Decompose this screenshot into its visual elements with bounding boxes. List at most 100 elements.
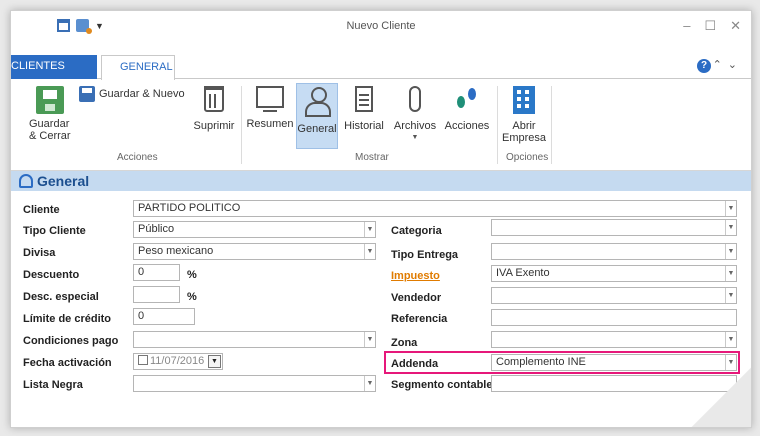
chevron-down-icon[interactable]: ▼ <box>725 266 736 281</box>
acciones-button[interactable]: Acciones <box>441 86 493 132</box>
page-curl <box>691 367 751 427</box>
calendar-dropdown-icon[interactable]: ▼ <box>208 355 221 368</box>
ribbon-separator <box>241 86 242 164</box>
tipo-entrega-label: Tipo Entrega <box>391 249 459 261</box>
ribbon: Guardar & Cerrar Guardar & Nuevo Suprimi… <box>11 80 751 171</box>
vendedor-select[interactable]: ▼ <box>491 287 737 304</box>
section-header: General <box>11 171 751 191</box>
historial-label: Historial <box>344 120 384 132</box>
open-company-label: Abrir Empresa <box>501 120 547 144</box>
referencia-label: Referencia <box>391 313 448 325</box>
ribbon-separator <box>497 86 498 164</box>
tipo-cliente-value: Público <box>138 223 175 235</box>
chevron-down-icon[interactable]: ▼ <box>725 244 736 259</box>
resumen-label: Resumen <box>246 118 294 130</box>
general-view-label: General <box>297 123 337 135</box>
fecha-activacion-value: 11/07/2016 <box>150 355 205 367</box>
fecha-activacion-label: Fecha activación <box>23 357 112 369</box>
minimize-icon[interactable]: – <box>683 18 690 34</box>
addenda-label: Addenda <box>391 358 439 370</box>
chevron-down-icon[interactable]: ▼ <box>364 222 375 237</box>
cliente-select[interactable]: PARTIDO POLITICO ▼ <box>133 200 737 217</box>
chevron-down-icon[interactable]: ▼ <box>364 244 375 259</box>
maximize-icon[interactable]: ☐ <box>704 18 716 34</box>
paperclip-icon <box>409 86 421 112</box>
archivos-button[interactable]: Archivos ▼ <box>389 86 441 144</box>
zona-label: Zona <box>391 337 418 349</box>
save-new-icon <box>79 86 95 102</box>
descuento-input[interactable]: 0 <box>133 264 180 281</box>
acciones-label: Acciones <box>444 120 490 132</box>
chevron-down-icon[interactable]: ▼ <box>725 220 736 235</box>
title-bar: ▼ Nuevo Cliente – ☐ ✕ <box>11 11 751 41</box>
save-close-label: Guardar & Cerrar <box>29 118 71 142</box>
window-title: Nuevo Cliente <box>346 20 416 32</box>
chevron-down-icon[interactable]: ▼ <box>364 332 375 347</box>
impuesto-select[interactable]: IVA Exento ▼ <box>491 265 737 282</box>
referencia-input[interactable] <box>491 309 737 326</box>
general-view-button[interactable]: General <box>296 83 338 149</box>
tab-clientes[interactable]: CLIENTES <box>11 55 97 79</box>
save-close-icon <box>36 86 64 114</box>
divisa-value: Peso mexicano <box>138 245 214 257</box>
desc-especial-percent: % <box>187 291 197 303</box>
divisa-label: Divisa <box>23 247 56 259</box>
help-icon[interactable]: ? <box>697 59 711 73</box>
descuento-percent: % <box>187 269 197 281</box>
chevron-down-icon[interactable]: ▼ <box>725 332 736 347</box>
ribbon-tabs: CLIENTES GENERAL ? ⌃⌄ <box>11 55 751 80</box>
fecha-checkbox[interactable] <box>138 355 148 365</box>
impuesto-value: IVA Exento <box>496 267 550 279</box>
categoria-select[interactable]: ▼ <box>491 219 737 236</box>
chevron-down-icon[interactable]: ▼ <box>725 288 736 303</box>
tab-general[interactable]: GENERAL <box>101 55 175 80</box>
resumen-button[interactable]: Resumen <box>245 86 295 130</box>
addenda-value: Complemento INE <box>496 356 586 368</box>
condiciones-pago-select[interactable]: ▼ <box>133 331 376 348</box>
user-icon <box>304 87 331 117</box>
save-new-button[interactable]: Guardar & Nuevo <box>79 86 193 102</box>
group-mostrar-label: Mostrar <box>355 152 389 163</box>
ribbon-separator <box>551 86 552 164</box>
tipo-cliente-label: Tipo Cliente <box>23 225 86 237</box>
archivos-label: Archivos <box>393 120 437 132</box>
chevron-down-icon[interactable]: ▼ <box>725 201 736 216</box>
person-icon <box>19 174 33 188</box>
delete-label: Suprimir <box>193 120 235 132</box>
group-opciones-label: Opciones <box>506 152 549 163</box>
ribbon-collapse-icons[interactable]: ⌃⌄ <box>713 58 743 71</box>
window-controls: – ☐ ✕ <box>683 18 741 34</box>
vendedor-label: Vendedor <box>391 292 442 304</box>
segmento-contable-label: Segmento contable <box>391 379 493 391</box>
cliente-label: Cliente <box>23 204 60 216</box>
open-company-button[interactable]: Abrir Empresa <box>501 86 547 144</box>
save-close-button[interactable]: Guardar & Cerrar <box>29 86 71 142</box>
limite-credito-input[interactable]: 0 <box>133 308 195 325</box>
lista-negra-select[interactable]: ▼ <box>133 375 376 392</box>
footsteps-icon <box>455 86 479 112</box>
historial-button[interactable]: Historial <box>340 86 388 132</box>
fecha-activacion-picker[interactable]: 11/07/2016 ▼ <box>133 353 223 370</box>
impuesto-link[interactable]: Impuesto <box>391 270 440 282</box>
cliente-value: PARTIDO POLITICO <box>138 202 241 214</box>
group-acciones-label: Acciones <box>117 152 158 163</box>
zona-select[interactable]: ▼ <box>491 331 737 348</box>
divisa-select[interactable]: Peso mexicano ▼ <box>133 243 376 260</box>
client-window: ▼ Nuevo Cliente – ☐ ✕ CLIENTES GENERAL ?… <box>10 10 752 428</box>
close-icon[interactable]: ✕ <box>730 18 741 34</box>
tipo-cliente-select[interactable]: Público ▼ <box>133 221 376 238</box>
delete-button[interactable]: Suprimir <box>191 86 237 132</box>
desc-especial-input[interactable] <box>133 286 180 303</box>
descuento-label: Descuento <box>23 269 80 281</box>
archivos-dropdown-icon: ▼ <box>411 134 419 141</box>
lista-negra-label: Lista Negra <box>23 379 83 391</box>
categoria-label: Categoria <box>391 225 442 237</box>
history-icon <box>355 86 373 112</box>
chevron-down-icon[interactable]: ▼ <box>364 376 375 391</box>
trash-icon <box>204 86 224 112</box>
limite-credito-label: Límite de crédito <box>23 313 112 325</box>
condiciones-pago-label: Condiciones pago <box>23 335 119 347</box>
desc-especial-label: Desc. especial <box>23 291 99 303</box>
tipo-entrega-select[interactable]: ▼ <box>491 243 737 260</box>
monitor-icon <box>256 86 284 112</box>
